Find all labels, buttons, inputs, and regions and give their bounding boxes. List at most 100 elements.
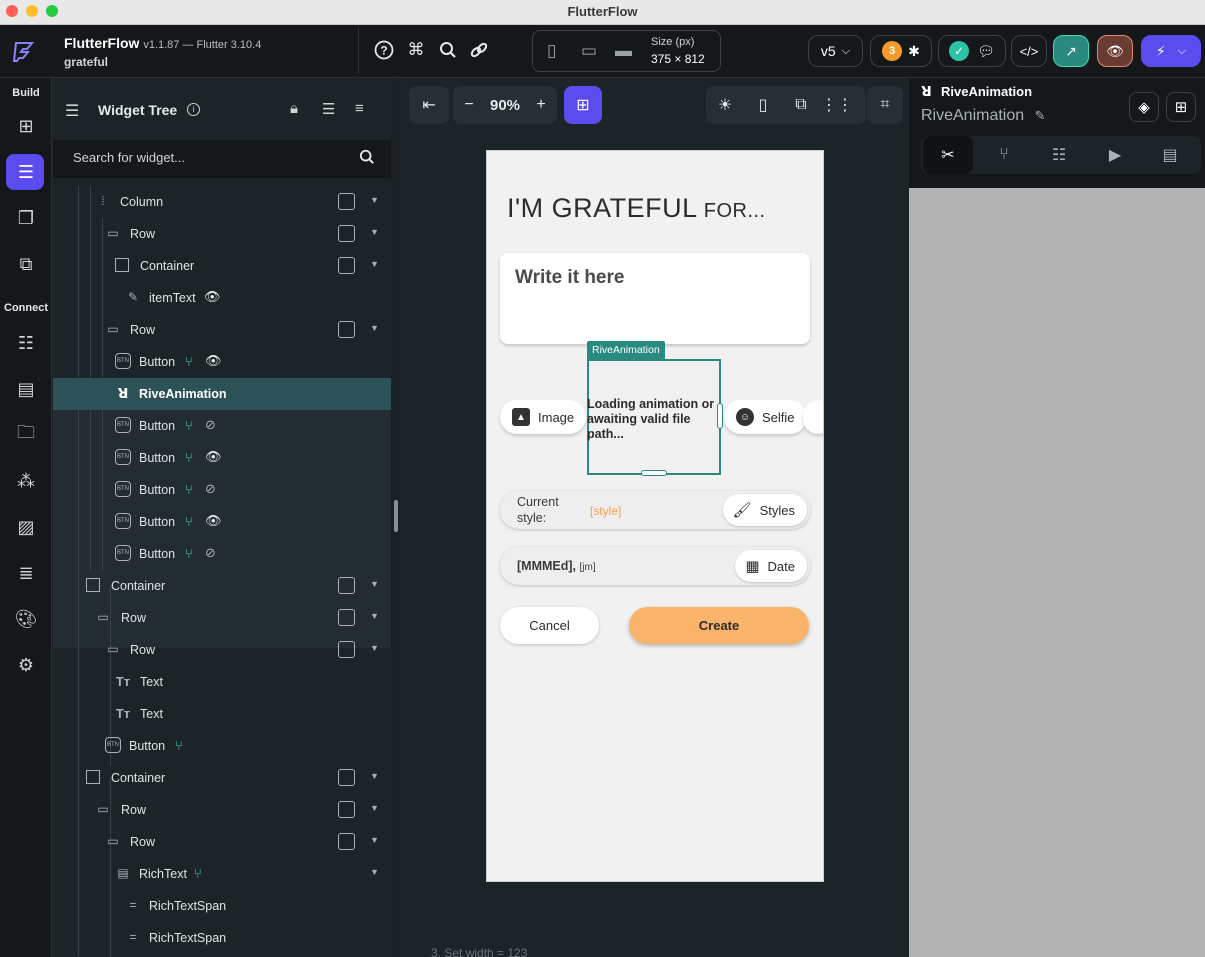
caret-down-icon[interactable]: ▼ — [370, 323, 379, 333]
collapse-all-icon[interactable]: ☰ — [322, 100, 335, 118]
tree-row-row[interactable]: ▭ Row ▼ — [53, 634, 391, 666]
api-calls-icon[interactable]: ▤ — [13, 376, 39, 402]
caret-down-icon[interactable]: ▼ — [370, 259, 379, 269]
add-child-icon[interactable] — [338, 833, 355, 850]
link-icon[interactable] — [468, 39, 490, 61]
diamond-icon[interactable]: ◈ — [1129, 92, 1159, 122]
selfie-button[interactable]: ☺ Selfie — [724, 400, 807, 434]
run-mode-button[interactable]: ⚡︎ ⌵ — [1141, 35, 1201, 67]
caret-down-icon[interactable]: ▼ — [370, 867, 379, 877]
issues-button[interactable]: 3 ✱ — [870, 35, 932, 67]
lock-icon[interactable]: 🔒︎ — [290, 100, 298, 117]
tree-row-button[interactable]: BTN Button ⑂ 👁︎ — [53, 506, 391, 538]
eye-icon[interactable]: 👁︎ — [205, 513, 222, 529]
image-button[interactable]: ▲ Image — [500, 400, 587, 434]
action-flow-icon[interactable]: ⑂ — [185, 482, 193, 497]
edit-icon[interactable]: ✎ — [1035, 108, 1046, 123]
tree-row-button[interactable]: BTN Button ⑂ ⊘ — [53, 474, 391, 506]
device-frame-icon[interactable]: ▯ — [752, 94, 774, 116]
tree-row-column[interactable]: ⦙ Column ▼ — [53, 186, 391, 218]
command-palette-icon[interactable]: ⌘ — [405, 39, 427, 61]
zoom-out-icon[interactable]: − — [459, 94, 479, 116]
components-icon[interactable]: ⧉ — [13, 251, 39, 277]
light-mode-icon[interactable]: ☀ — [714, 94, 736, 116]
eye-off-icon[interactable]: ⊘ — [205, 481, 216, 497]
caret-down-icon[interactable]: ▼ — [370, 611, 379, 621]
tree-row-container[interactable]: Container ▼ — [53, 570, 391, 602]
tree-row-container[interactable]: Container ▼ — [53, 762, 391, 794]
tab-properties[interactable]: ✂ — [923, 136, 973, 174]
tab-actions[interactable]: ⑂ — [979, 136, 1029, 174]
widget-tree-icon[interactable]: ☰ — [13, 159, 39, 185]
tree-row-richtextspan[interactable]: = RichTextSpan — [53, 922, 391, 954]
responsive-icon[interactable]: ⧉ — [790, 94, 812, 116]
collapse-panel-button[interactable]: ⇤ — [409, 86, 449, 124]
tab-animations[interactable]: ▶ — [1090, 136, 1140, 174]
caret-down-icon[interactable]: ▼ — [370, 227, 379, 237]
add-child-icon[interactable] — [338, 257, 355, 274]
add-page-icon[interactable]: ⊞ — [13, 113, 39, 139]
flutterflow-logo-icon[interactable] — [10, 38, 38, 66]
version-select[interactable]: v5 ⌵ — [808, 35, 863, 67]
caret-down-icon[interactable]: ▼ — [370, 579, 379, 589]
size-value[interactable]: 375 × 812 — [651, 52, 705, 66]
resize-handle-bottom[interactable] — [641, 470, 667, 476]
eye-off-icon[interactable]: ⊘ — [205, 545, 216, 561]
tree-row-button[interactable]: BTN Button ⑂ — [53, 730, 391, 762]
preview-button[interactable]: 👁︎ — [1097, 35, 1133, 67]
database-icon[interactable]: ☷ — [13, 330, 39, 356]
add-child-icon[interactable] — [338, 321, 355, 338]
add-child-icon[interactable] — [338, 225, 355, 242]
add-widget-button[interactable]: ⊞ — [564, 86, 602, 124]
action-flow-icon[interactable]: ⑂ — [185, 514, 193, 529]
eye-icon[interactable]: 👁︎ — [204, 289, 221, 305]
panel-resize-splitter[interactable] — [391, 78, 401, 957]
info-icon[interactable]: i — [187, 103, 200, 116]
tree-row-row[interactable]: ▭ Row ▼ — [53, 826, 391, 858]
add-child-icon[interactable] — [338, 609, 355, 626]
tree-row-itemtext[interactable]: ✎ itemText 👁︎ — [53, 282, 391, 314]
eye-off-icon[interactable]: ⊘ — [205, 417, 216, 433]
caret-down-icon[interactable]: ▼ — [370, 643, 379, 653]
app-values-icon[interactable]: ≣ — [13, 560, 39, 586]
tree-row-richtextspan[interactable]: = RichTextSpan — [53, 890, 391, 922]
date-button[interactable]: ▦ Date — [735, 550, 807, 582]
tree-row-button[interactable]: BTN Button ⑂ 👁︎ — [53, 346, 391, 378]
action-flow-icon[interactable]: ⑂ — [185, 450, 193, 465]
tree-row-container[interactable]: Container ▼ — [53, 250, 391, 282]
caret-down-icon[interactable]: ▼ — [370, 195, 379, 205]
rive-animation-widget[interactable]: Loading animation or awaiting valid file… — [587, 359, 721, 475]
tree-row-row[interactable]: ▭ Row ▼ — [53, 314, 391, 346]
tree-row-button[interactable]: BTN Button ⑂ 👁︎ — [53, 442, 391, 474]
cancel-button[interactable]: Cancel — [500, 607, 599, 644]
add-child-icon[interactable] — [338, 769, 355, 786]
tab-notes[interactable]: ▤ — [1145, 136, 1195, 174]
integrations-icon[interactable]: ⁂ — [13, 468, 39, 494]
resize-handle[interactable] — [394, 500, 398, 532]
caret-down-icon[interactable]: ▼ — [370, 835, 379, 845]
action-flow-icon[interactable]: ⑂ — [194, 866, 202, 881]
eye-icon[interactable]: 👁︎ — [205, 353, 222, 369]
tree-row-text[interactable]: Tт Text — [53, 698, 391, 730]
overflow-button[interactable] — [803, 400, 823, 434]
view-code-button[interactable]: </> — [1011, 35, 1047, 67]
caret-down-icon[interactable]: ▼ — [370, 803, 379, 813]
tree-row-text[interactable]: Tт Text — [53, 666, 391, 698]
zoom-level[interactable]: 90% — [481, 94, 529, 116]
caret-down-icon[interactable]: ▼ — [370, 771, 379, 781]
tree-row-riveanimation[interactable]: ꓤ RiveAnimation — [53, 378, 391, 410]
tree-row-richtext[interactable]: ▤ RichText ⑂ ▼ — [53, 858, 391, 890]
create-button[interactable]: Create — [629, 607, 809, 644]
tab-backend-query[interactable]: ☷ — [1034, 136, 1084, 174]
storyboard-icon[interactable]: ❐ — [13, 205, 39, 231]
phone-device-icon[interactable]: ▯ — [547, 41, 556, 61]
image-assets-icon[interactable]: ▨ — [13, 514, 39, 540]
search-icon[interactable] — [437, 39, 459, 61]
resize-handle-right[interactable] — [717, 403, 723, 429]
sort-options-icon[interactable]: ≡ — [355, 100, 364, 117]
search-icon[interactable] — [359, 149, 375, 170]
zoom-in-icon[interactable]: + — [531, 94, 551, 116]
add-child-icon[interactable] — [338, 641, 355, 658]
action-flow-icon[interactable]: ⑂ — [185, 546, 193, 561]
tree-row-row[interactable]: ▭ Row ▼ — [53, 602, 391, 634]
